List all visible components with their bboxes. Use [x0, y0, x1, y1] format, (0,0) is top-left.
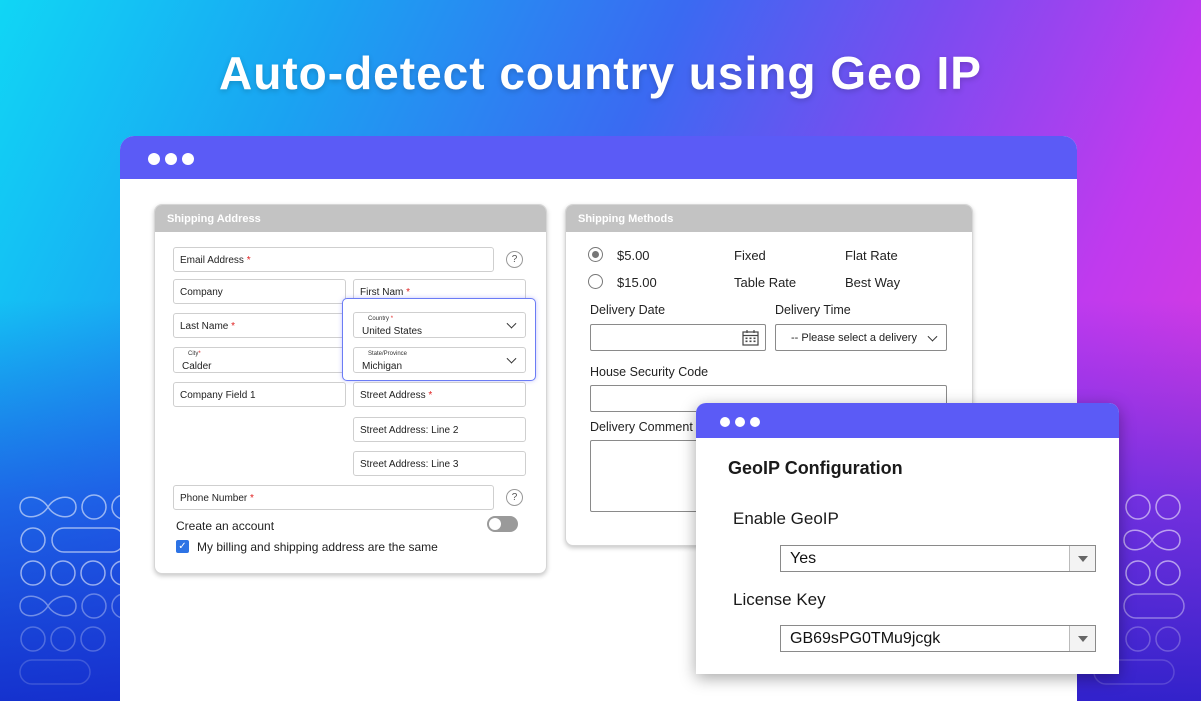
license-key-label: License Key: [733, 590, 826, 609]
street-line2-field[interactable]: Street Address: Line 2: [353, 417, 526, 442]
window-dot-icon[interactable]: [720, 417, 730, 427]
country-select[interactable]: Country * United States: [353, 312, 526, 338]
required-mark: *: [428, 390, 433, 401]
state-value: Michigan: [362, 361, 403, 372]
window-controls: [148, 153, 194, 165]
delivery-time-label: Delivery Time: [775, 303, 851, 317]
shipping-address-header: Shipping Address: [155, 205, 546, 232]
shipping-option-radio[interactable]: [588, 274, 603, 289]
country-label: Country *: [368, 316, 394, 322]
dropdown-arrow-icon[interactable]: [1069, 626, 1095, 651]
shipping-methods-header: Shipping Methods: [566, 205, 972, 232]
window-titlebar: [120, 136, 1077, 179]
help-icon[interactable]: ?: [506, 489, 523, 506]
delivery-time-select[interactable]: -- Please select a delivery: [775, 324, 947, 351]
chevron-down-icon: [506, 353, 517, 364]
shipping-carrier: Flat Rate: [845, 248, 898, 263]
street-address-field[interactable]: Street Address *: [353, 382, 526, 407]
window-dot-icon[interactable]: [165, 153, 177, 165]
street-line2-label: Street Address: Line 2: [360, 425, 459, 436]
city-field[interactable]: City* Calder: [173, 347, 346, 373]
street-line3-field[interactable]: Street Address: Line 3: [353, 451, 526, 476]
required-mark: *: [231, 321, 236, 332]
required-mark: *: [250, 493, 254, 504]
delivery-date-input[interactable]: [590, 324, 766, 351]
create-account-toggle[interactable]: [487, 516, 518, 532]
phone-field[interactable]: Phone Number *: [173, 485, 494, 510]
shipping-price: $5.00: [617, 248, 650, 263]
country-value: United States: [362, 326, 423, 337]
dropdown-arrow-icon[interactable]: [1069, 546, 1095, 571]
required-mark: *: [406, 287, 411, 298]
phone-label: Phone Number: [180, 493, 248, 504]
window-dot-icon[interactable]: [182, 153, 194, 165]
window-dot-icon[interactable]: [750, 417, 760, 427]
last-name-label: Last Name: [180, 321, 229, 332]
same-address-checkbox[interactable]: ✓: [176, 540, 189, 553]
street-address-label: Street Address: [360, 390, 426, 401]
geoip-config-window: GeoIP Configuration Enable GeoIP Yes Lic…: [696, 403, 1119, 674]
city-label: City*: [188, 351, 201, 357]
email-label: Email Address: [180, 255, 244, 266]
shipping-price: $15.00: [617, 275, 657, 290]
shipping-method: Fixed: [734, 248, 766, 263]
delivery-comment-label: Delivery Comment: [590, 420, 693, 434]
first-name-label: First Nam: [360, 287, 404, 298]
enable-geoip-label: Enable GeoIP: [733, 509, 839, 528]
headline: Auto-detect country using Geo IP: [219, 47, 982, 99]
delivery-date-label: Delivery Date: [590, 303, 666, 317]
city-value: Calder: [182, 361, 212, 372]
window-dot-icon[interactable]: [148, 153, 160, 165]
geoip-title: GeoIP Configuration: [728, 458, 903, 478]
enable-geoip-select[interactable]: Yes: [780, 545, 1096, 572]
company-label: Company: [180, 287, 223, 298]
company-field-1[interactable]: Company Field 1: [173, 382, 346, 407]
same-address-label: My billing and shipping address are the …: [197, 540, 438, 554]
last-name-field[interactable]: Last Name *: [173, 313, 346, 338]
email-field[interactable]: Email Address *: [173, 247, 494, 272]
window-controls: [720, 417, 760, 427]
delivery-time-value: -- Please select a delivery: [791, 332, 917, 344]
shipping-method: Table Rate: [734, 275, 797, 290]
chevron-down-icon: [506, 318, 517, 329]
company-field-1-label: Company Field 1: [180, 390, 256, 401]
geoip-titlebar: [696, 403, 1119, 438]
decorative-pattern-left: [16, 490, 136, 690]
shipping-option-radio[interactable]: [588, 247, 603, 262]
license-key-value: GB69sPG0TMu9jcgk: [790, 630, 941, 647]
window-dot-icon[interactable]: [735, 417, 745, 427]
chevron-down-icon: [927, 331, 938, 342]
create-account-label: Create an account: [176, 519, 275, 533]
security-code-label: House Security Code: [590, 365, 709, 379]
shipping-carrier: Best Way: [845, 275, 901, 290]
company-field[interactable]: Company: [173, 279, 346, 304]
state-select[interactable]: State/Province Michigan: [353, 347, 526, 373]
calendar-icon[interactable]: [742, 329, 759, 346]
required-mark: *: [246, 255, 251, 266]
license-key-select[interactable]: GB69sPG0TMu9jcgk: [780, 625, 1096, 652]
street-line3-label: Street Address: Line 3: [360, 459, 459, 470]
enable-geoip-value: Yes: [790, 550, 817, 567]
delivery-comment-textarea[interactable]: [590, 440, 710, 512]
help-icon[interactable]: ?: [506, 251, 523, 268]
state-label: State/Province: [368, 351, 408, 357]
